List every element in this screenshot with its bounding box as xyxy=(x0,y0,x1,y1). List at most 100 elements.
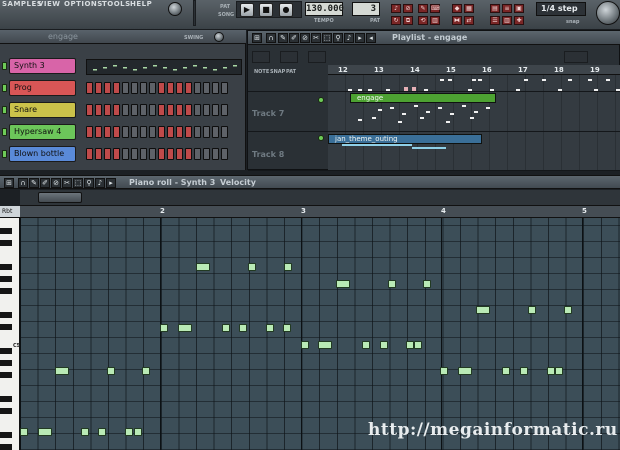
track-7-label[interactable]: Track 7 xyxy=(252,109,322,118)
piano-roll-note[interactable] xyxy=(318,341,332,349)
tool-select-icon[interactable]: ⬚ xyxy=(322,33,332,43)
step-button[interactable] xyxy=(203,126,210,138)
multilink-icon[interactable]: ⧓ xyxy=(452,16,462,25)
menu-tools[interactable]: TOOLS xyxy=(102,0,131,8)
step-button[interactable] xyxy=(185,126,192,138)
tool-menu-icon[interactable]: ⊞ xyxy=(252,33,262,43)
piano-roll-note[interactable] xyxy=(564,306,572,314)
step-button[interactable] xyxy=(131,148,138,160)
playlist-ruler[interactable]: 12 13 14 15 16 17 18 19 xyxy=(328,65,620,75)
pr-detune-icon[interactable]: ▸ xyxy=(106,178,116,188)
piano-roll-note[interactable] xyxy=(440,367,448,375)
piano-roll-note[interactable] xyxy=(266,324,274,332)
step-button[interactable] xyxy=(131,82,138,94)
master-pitch-slider[interactable] xyxy=(193,0,196,26)
step-button[interactable] xyxy=(194,148,201,160)
playlist-icon[interactable]: ☰ xyxy=(490,16,500,25)
step-button[interactable] xyxy=(194,82,201,94)
channel-mute-led[interactable] xyxy=(2,62,7,70)
piano-roll-note[interactable] xyxy=(414,341,422,349)
step-button[interactable] xyxy=(140,126,147,138)
step-button[interactable] xyxy=(104,126,111,138)
tool-slice-icon[interactable]: ✂ xyxy=(311,33,321,43)
step-button[interactable] xyxy=(167,82,174,94)
piano-roll-note[interactable] xyxy=(458,367,472,375)
tool-pencil-icon[interactable]: ✎ xyxy=(278,33,288,43)
step-button[interactable] xyxy=(167,104,174,116)
piano-roll-note[interactable] xyxy=(362,341,370,349)
piano-roll-note[interactable] xyxy=(283,324,291,332)
step-button[interactable] xyxy=(221,126,228,138)
step-button[interactable] xyxy=(167,126,174,138)
step-button[interactable] xyxy=(122,82,129,94)
tempo-display[interactable]: 130.000 xyxy=(305,2,344,16)
step-button[interactable] xyxy=(113,126,120,138)
master-volume-knob[interactable] xyxy=(168,2,182,16)
piano-roll-note[interactable] xyxy=(520,367,528,375)
piano-roll-note[interactable] xyxy=(160,324,168,332)
track-8-mute-led[interactable] xyxy=(318,135,324,141)
quantize-icon[interactable]: ▦ xyxy=(464,4,474,13)
piano-roll-note[interactable] xyxy=(301,341,309,349)
step-button[interactable] xyxy=(221,82,228,94)
record-icon[interactable]: ● xyxy=(279,3,293,17)
step-button[interactable] xyxy=(104,148,111,160)
pr-pencil-icon[interactable]: ✎ xyxy=(29,178,39,188)
piano-roll-note[interactable] xyxy=(528,306,536,314)
channel-mute-led[interactable] xyxy=(2,150,7,158)
black-key[interactable] xyxy=(0,432,12,438)
step-button[interactable] xyxy=(131,104,138,116)
step-button[interactable] xyxy=(86,82,93,94)
step-button[interactable] xyxy=(113,148,120,160)
pr-slice-icon[interactable]: ✂ xyxy=(62,178,72,188)
step-button[interactable] xyxy=(203,148,210,160)
playlist-clip-jan-theme-outing[interactable]: jan_theme_outing xyxy=(328,134,482,144)
mixer-icon[interactable]: ≡ xyxy=(502,4,512,13)
piano-roll-note[interactable] xyxy=(336,280,350,288)
piano-roll-note[interactable] xyxy=(125,428,133,436)
tool-detune-icon[interactable]: ▸ xyxy=(355,33,365,43)
step-button[interactable] xyxy=(104,104,111,116)
piano-roll-note[interactable] xyxy=(81,428,89,436)
step-button[interactable] xyxy=(194,126,201,138)
tool-brush-icon[interactable]: ✐ xyxy=(289,33,299,43)
piano-roll-note[interactable] xyxy=(55,367,69,375)
track-7-mute-led[interactable] xyxy=(318,97,324,103)
step-button[interactable] xyxy=(176,126,183,138)
pr-mute-icon[interactable]: ⊘ xyxy=(51,178,61,188)
piano-roll-note[interactable] xyxy=(239,324,247,332)
metronome-icon[interactable]: ♪ xyxy=(391,4,401,13)
step-button[interactable] xyxy=(95,104,102,116)
piano-roll-note[interactable] xyxy=(476,306,490,314)
step-button[interactable] xyxy=(131,126,138,138)
play-icon[interactable]: ▶ xyxy=(240,3,254,17)
black-key[interactable] xyxy=(0,396,12,402)
step-button[interactable] xyxy=(158,82,165,94)
countdown-icon[interactable]: ↻ xyxy=(391,16,401,25)
channel-name-button[interactable]: Prog xyxy=(9,80,76,96)
step-button[interactable] xyxy=(140,148,147,160)
channel-name-button[interactable]: Hypersaw 4 xyxy=(9,124,76,140)
piano-roll-note[interactable] xyxy=(134,428,142,436)
step-button[interactable] xyxy=(212,126,219,138)
step-button[interactable] xyxy=(104,82,111,94)
step-button[interactable] xyxy=(203,82,210,94)
step-button[interactable] xyxy=(86,104,93,116)
channel-rack-pattern-name[interactable]: engage xyxy=(48,32,78,41)
piano-roll-note[interactable] xyxy=(107,367,115,375)
black-key[interactable] xyxy=(0,240,12,246)
playlist-track-area[interactable]: engage jan_theme_outing xyxy=(328,75,620,171)
step-button[interactable] xyxy=(122,148,129,160)
step-button[interactable] xyxy=(221,148,228,160)
overdub-icon[interactable]: ◆ xyxy=(452,4,462,13)
step-button[interactable] xyxy=(194,104,201,116)
step-button[interactable] xyxy=(176,104,183,116)
tool-magnet-icon[interactable]: ∩ xyxy=(266,33,276,43)
keyboard-header[interactable]: Rbt xyxy=(0,206,20,218)
black-key[interactable] xyxy=(0,324,12,330)
step-button[interactable] xyxy=(95,148,102,160)
playlist-clip-engage[interactable]: engage xyxy=(350,93,496,103)
piano-roll-note[interactable] xyxy=(38,428,52,436)
piano-roll-note[interactable] xyxy=(502,367,510,375)
step-button[interactable] xyxy=(149,104,156,116)
